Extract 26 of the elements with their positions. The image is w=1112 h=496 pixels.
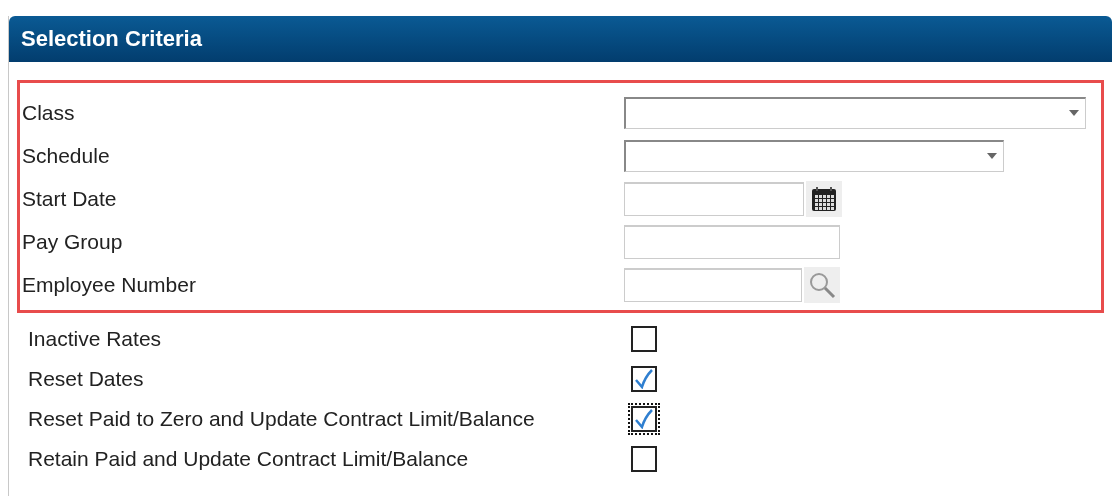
checkbox-label: Reset Dates bbox=[28, 367, 145, 391]
field-label: Class bbox=[22, 100, 76, 125]
text-field[interactable] bbox=[624, 224, 840, 259]
dropdown-field[interactable] bbox=[624, 96, 1086, 129]
panel-title: Selection Criteria bbox=[21, 26, 202, 52]
field-label: Employee Number bbox=[22, 272, 197, 297]
dropdown-arrow-icon bbox=[987, 153, 997, 159]
checkbox-label: Reset Paid to Zero and Update Contract Limit/Balance bbox=[28, 407, 536, 431]
search-icon bbox=[808, 270, 836, 299]
field-label: Pay Group bbox=[22, 229, 124, 254]
checkbox-label: Inactive Rates bbox=[28, 327, 163, 351]
checkmark-icon bbox=[635, 409, 653, 429]
checkbox[interactable] bbox=[631, 326, 657, 352]
date-field[interactable] bbox=[624, 181, 804, 216]
checkmark-icon bbox=[635, 369, 653, 389]
lookup-field[interactable] bbox=[624, 267, 802, 302]
field-label: Schedule bbox=[22, 143, 111, 168]
dropdown-arrow-icon bbox=[1069, 110, 1079, 116]
search-button[interactable] bbox=[804, 266, 840, 303]
dropdown-field[interactable] bbox=[624, 139, 1004, 172]
calendar-button[interactable] bbox=[806, 180, 842, 217]
checkbox[interactable] bbox=[631, 446, 657, 472]
calendar-icon bbox=[811, 185, 837, 212]
checkbox-label: Retain Paid and Update Contract Limit/Balance bbox=[28, 447, 470, 471]
checkbox[interactable] bbox=[631, 366, 657, 392]
field-label: Start Date bbox=[22, 186, 118, 211]
